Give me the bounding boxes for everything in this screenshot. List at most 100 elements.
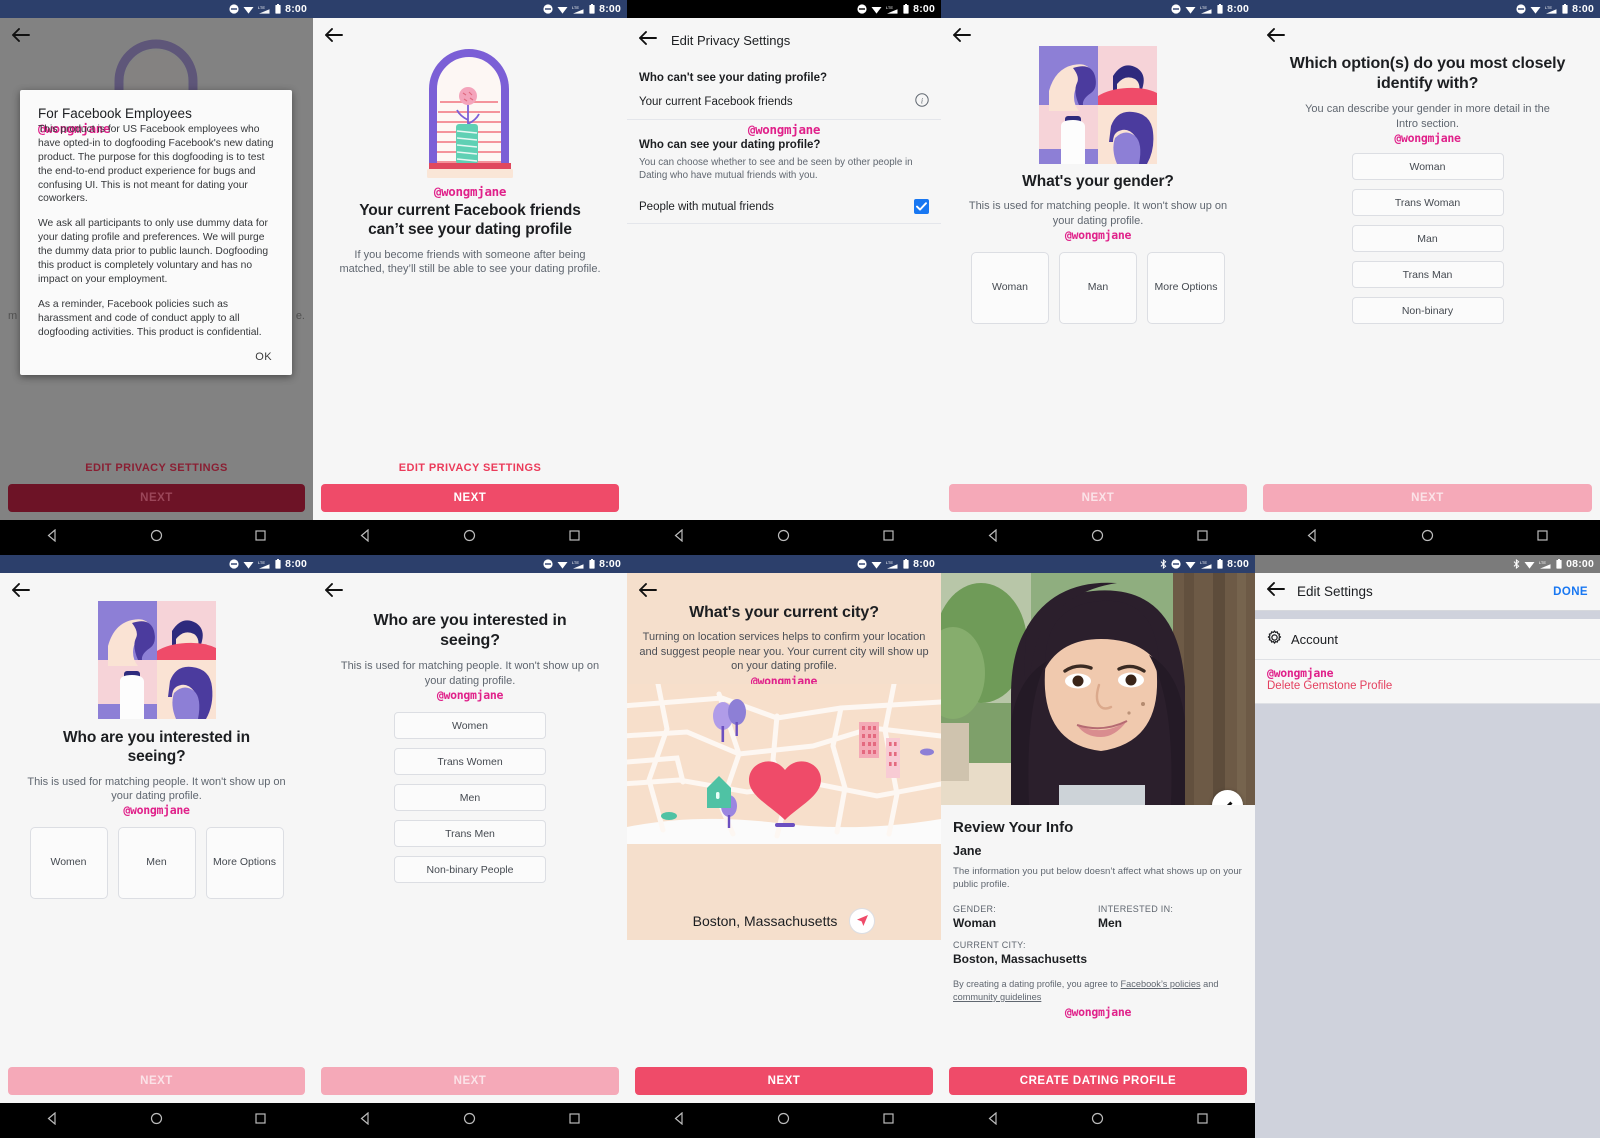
nav-recents-icon[interactable] xyxy=(1536,529,1549,547)
nav-back-icon[interactable] xyxy=(1306,528,1319,547)
nav-home-icon[interactable] xyxy=(150,1112,163,1130)
nav-recents-icon[interactable] xyxy=(1196,529,1209,547)
interest-option-trans-women[interactable]: Trans Women xyxy=(394,748,546,776)
profile-photo xyxy=(941,573,1255,805)
field-gender-value: Woman xyxy=(953,915,997,930)
identity-option-trans-woman[interactable]: Trans Woman xyxy=(1351,189,1504,217)
next-button[interactable]: NEXT xyxy=(8,1067,305,1095)
next-button[interactable]: NEXT xyxy=(321,1067,619,1095)
gender-option-woman[interactable]: Woman xyxy=(971,251,1049,324)
nav-home-icon[interactable] xyxy=(1091,529,1104,547)
nav-home-icon[interactable] xyxy=(463,529,476,547)
interest-option-women[interactable]: Women xyxy=(394,712,546,740)
facebook-policies-link[interactable]: Facebook’s policies xyxy=(1121,979,1201,989)
dialog-ok-button[interactable]: OK xyxy=(38,339,274,367)
delete-profile-row[interactable]: @wongmjane Delete Gemstone Profile xyxy=(1255,660,1600,704)
identity-options: Woman Trans Woman Man Trans Man Non-bina… xyxy=(1271,153,1584,325)
status-bar: LTE 8:00 xyxy=(313,0,627,18)
back-arrow-icon[interactable] xyxy=(12,28,30,47)
back-arrow-icon[interactable] xyxy=(12,583,30,602)
nav-recents-icon[interactable] xyxy=(254,529,267,547)
gender-option-more[interactable]: More Options xyxy=(1147,251,1225,324)
nav-back-icon[interactable] xyxy=(673,528,686,547)
next-button[interactable]: NEXT xyxy=(8,484,305,512)
back-arrow-icon[interactable] xyxy=(1267,582,1285,601)
nav-back-icon[interactable] xyxy=(46,1111,59,1130)
nav-home-icon[interactable] xyxy=(150,529,163,547)
dialog-paragraph-3: As a reminder, Facebook policies such as… xyxy=(38,298,262,338)
list-row-mutual-friends[interactable]: People with mutual friends xyxy=(627,190,941,225)
nav-back-icon[interactable] xyxy=(46,528,59,547)
nav-home-icon[interactable] xyxy=(463,1112,476,1130)
svg-text:LTE: LTE xyxy=(1539,560,1546,565)
screenshot-row-bottom: LTE 8:00 Who are you interested in seein… xyxy=(0,555,1600,1138)
nav-recents-icon[interactable] xyxy=(254,1112,267,1130)
dnd-icon xyxy=(1171,559,1181,569)
section-description: You can choose whether to see and be see… xyxy=(639,157,913,182)
interest-option-more[interactable]: More Options xyxy=(205,827,284,899)
page-title: Your current Facebook friends can’t see … xyxy=(359,202,581,239)
back-arrow-icon[interactable] xyxy=(325,28,343,47)
identity-option-non-binary[interactable]: Non-binary xyxy=(1351,297,1504,325)
back-arrow-icon[interactable] xyxy=(1267,28,1285,47)
dnd-icon xyxy=(1516,4,1526,14)
battery-icon xyxy=(589,559,595,569)
nav-recents-icon[interactable] xyxy=(882,1112,895,1130)
status-time: 8:00 xyxy=(599,558,621,570)
nav-recents-icon[interactable] xyxy=(882,529,895,547)
done-button[interactable]: DONE xyxy=(1553,586,1588,598)
info-icon[interactable]: i xyxy=(915,93,929,110)
edit-privacy-settings-link[interactable]: EDIT PRIVACY SETTINGS xyxy=(8,452,305,484)
delete-gemstone-profile-link[interactable]: Delete Gemstone Profile xyxy=(1267,680,1588,692)
svg-text:LTE: LTE xyxy=(886,560,893,565)
wifi-icon xyxy=(557,5,568,14)
nav-home-icon[interactable] xyxy=(1091,1112,1104,1130)
next-button[interactable]: NEXT xyxy=(949,484,1247,512)
current-city-row: Boston, Massachusetts xyxy=(627,907,941,934)
nav-home-icon[interactable] xyxy=(777,1112,790,1130)
nav-recents-icon[interactable] xyxy=(568,1112,581,1130)
next-button[interactable]: NEXT xyxy=(321,484,619,512)
interest-option-trans-men[interactable]: Trans Men xyxy=(394,820,546,848)
legal-mid: and xyxy=(1200,978,1219,989)
panel-gender-identify: LTE 8:00 Which option(s) do you most clo… xyxy=(1255,0,1600,555)
watermark-handle: @wongmjane xyxy=(1394,131,1461,146)
battery-icon xyxy=(275,4,281,14)
interest-option-non-binary-people[interactable]: Non-binary People xyxy=(394,856,546,884)
next-button[interactable]: NEXT xyxy=(635,1067,933,1095)
nav-back-icon[interactable] xyxy=(673,1111,686,1130)
back-arrow-icon[interactable] xyxy=(639,30,657,50)
create-dating-profile-button[interactable]: CREATE DATING PROFILE xyxy=(949,1067,1247,1095)
edit-privacy-settings-link[interactable]: EDIT PRIVACY SETTINGS xyxy=(321,452,619,484)
back-arrow-icon[interactable] xyxy=(639,583,657,602)
section-divider xyxy=(1255,611,1600,619)
back-arrow-icon[interactable] xyxy=(325,583,343,602)
svg-text:LTE: LTE xyxy=(572,5,579,10)
nav-recents-icon[interactable] xyxy=(568,529,581,547)
gender-option-man[interactable]: Man xyxy=(1059,251,1137,324)
status-time: 8:00 xyxy=(285,3,307,15)
identity-option-trans-man[interactable]: Trans Man xyxy=(1351,261,1504,289)
bottom-actions: NEXT xyxy=(0,1067,313,1103)
status-bar: LTE 8:00 xyxy=(627,0,941,18)
community-guidelines-link[interactable]: community guidelines xyxy=(953,992,1041,1002)
identity-option-man[interactable]: Man xyxy=(1351,225,1504,253)
interest-option-men[interactable]: Men xyxy=(117,827,196,899)
nav-home-icon[interactable] xyxy=(777,529,790,547)
nav-recents-icon[interactable] xyxy=(1196,1112,1209,1130)
screenshot-row-top: LTE 8:00 m e. EDIT PRIVACY SETTINGS NEXT… xyxy=(0,0,1600,555)
interest-option-men[interactable]: Men xyxy=(394,784,546,812)
nav-back-icon[interactable] xyxy=(987,1111,1000,1130)
list-row-current-friends[interactable]: Your current Facebook friends i xyxy=(627,84,941,120)
nav-back-icon[interactable] xyxy=(359,528,372,547)
status-time: 8:00 xyxy=(913,558,935,570)
next-button[interactable]: NEXT xyxy=(1263,484,1592,512)
checkbox-mutual-friends[interactable] xyxy=(914,199,929,215)
nav-back-icon[interactable] xyxy=(359,1111,372,1130)
nav-home-icon[interactable] xyxy=(1421,529,1434,547)
nav-back-icon[interactable] xyxy=(987,528,1000,547)
navigation-arrow-icon[interactable] xyxy=(849,907,876,934)
identity-option-woman[interactable]: Woman xyxy=(1351,153,1504,181)
back-arrow-icon[interactable] xyxy=(953,28,971,47)
interest-option-women[interactable]: Women xyxy=(29,827,108,899)
